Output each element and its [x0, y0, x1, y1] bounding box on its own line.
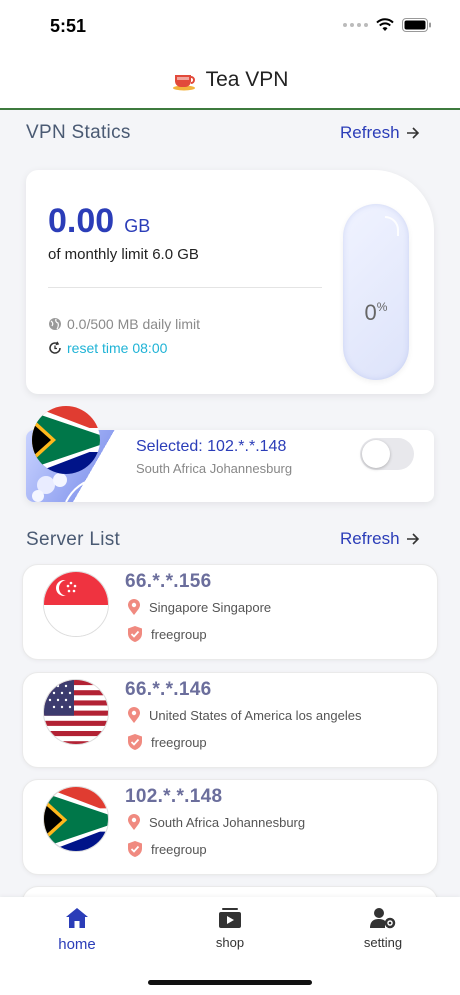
server-item[interactable]: 66.*.*.156 Singapore Singapore freegroup	[22, 564, 438, 660]
server-group: freegroup	[127, 625, 207, 643]
server-location: United States of America los angeles	[127, 707, 361, 724]
tab-setting[interactable]: setting	[333, 907, 433, 950]
tea-cup-icon	[172, 75, 195, 91]
server-item[interactable]: 66.*.*.146 United States of America los …	[22, 672, 438, 768]
daily-limit: 0.0/500 MB daily limit	[48, 316, 200, 332]
server-ip: 66.*.*.156	[125, 571, 212, 592]
server-list-title: Server List	[26, 529, 121, 550]
status-icons	[343, 18, 432, 32]
flag-singapore-icon	[43, 571, 109, 637]
server-list-refresh-label: Refresh	[340, 529, 400, 548]
reset-time: reset time 08:00	[48, 340, 167, 356]
usage-card: 0.00 GB of monthly limit 6.0 GB 0.0/500 …	[26, 170, 434, 394]
tab-home-label: home	[58, 936, 96, 953]
arrow-right-icon	[406, 127, 419, 139]
server-group: freegroup	[127, 840, 207, 858]
status-time: 5:51	[50, 16, 87, 36]
shield-check-icon	[128, 734, 142, 750]
location-pin-icon	[128, 707, 140, 723]
selected-server-ip: Selected: 102.*.*.148	[136, 438, 287, 455]
shop-icon	[219, 908, 241, 928]
tab-home[interactable]: home	[27, 907, 127, 953]
signal-icon	[343, 23, 368, 27]
used-value: 0.00	[48, 202, 115, 240]
divider	[48, 287, 322, 288]
server-list-refresh-button[interactable]: Refresh	[340, 529, 420, 549]
server-item[interactable]: 102.*.*.148 South Africa Johannesburg fr…	[22, 779, 438, 875]
flag-south-africa-icon	[43, 786, 109, 852]
toggle-knob	[362, 440, 390, 468]
home-indicator	[148, 980, 312, 985]
server-ip: 102.*.*.148	[125, 786, 223, 807]
stats-section-title: VPN Statics	[26, 122, 131, 143]
flag-south-africa-icon	[32, 406, 100, 474]
tab-shop-label: shop	[215, 935, 245, 950]
status-bar: 5:51	[0, 0, 460, 52]
server-group: freegroup	[127, 733, 207, 751]
location-pin-icon	[128, 814, 140, 830]
monthly-limit: of monthly limit 6.0 GB	[48, 246, 199, 263]
tab-shop[interactable]: shop	[180, 907, 280, 950]
location-pin-icon	[128, 599, 140, 615]
wifi-icon	[376, 18, 394, 31]
arrow-right-icon	[406, 533, 419, 545]
selected-server-location: South Africa Johannesburg	[136, 461, 293, 476]
home-icon	[66, 908, 88, 928]
server-ip: 66.*.*.146	[125, 679, 212, 700]
usage-gauge: 0%	[343, 204, 409, 380]
flag-usa-icon	[43, 679, 109, 745]
battery-icon	[402, 18, 431, 32]
stats-refresh-button[interactable]: Refresh	[340, 123, 420, 143]
stats-refresh-label: Refresh	[340, 123, 400, 142]
server-group-text: freegroup	[151, 626, 207, 642]
tab-setting-label: setting	[363, 935, 403, 950]
server-location-text: United States of America los angeles	[149, 708, 362, 723]
app-title: Tea VPN	[205, 68, 289, 91]
usage-percent-sign: %	[376, 300, 388, 314]
reset-clock-icon	[49, 341, 61, 354]
shield-check-icon	[128, 841, 142, 857]
server-location: Singapore Singapore	[127, 599, 271, 616]
vpn-connect-toggle[interactable]	[360, 438, 414, 470]
server-group-text: freegroup	[151, 734, 207, 750]
globe-icon	[49, 318, 61, 330]
app-header: Tea VPN	[0, 52, 460, 110]
used-unit: GB	[124, 216, 151, 236]
server-location-text: Singapore Singapore	[149, 600, 272, 615]
usage-amount: 0.00 GB	[48, 202, 150, 241]
server-group-text: freegroup	[151, 841, 207, 857]
reset-time-text: reset time 08:00	[67, 340, 168, 356]
shield-check-icon	[128, 626, 142, 642]
daily-limit-text: 0.0/500 MB daily limit	[67, 316, 201, 332]
usage-percent: 0%	[343, 300, 409, 326]
server-location-text: South Africa Johannesburg	[149, 815, 306, 830]
setting-icon	[370, 908, 396, 929]
gauge-highlight	[385, 216, 399, 236]
selected-server-card[interactable]: Selected: 102.*.*.148 South Africa Johan…	[26, 406, 434, 502]
usage-percent-value: 0	[364, 300, 377, 325]
server-location: South Africa Johannesburg	[127, 814, 305, 831]
